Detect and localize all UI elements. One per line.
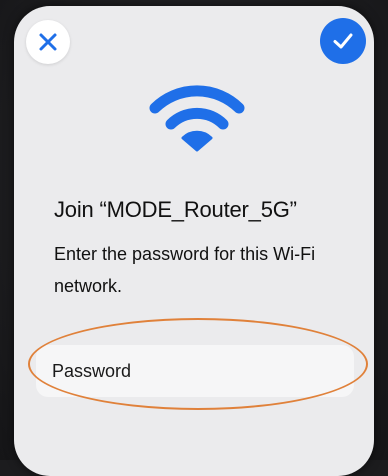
close-icon — [39, 33, 57, 51]
dialog-subtitle: Enter the password for this Wi-Fi networ… — [54, 244, 316, 296]
confirm-button[interactable] — [320, 18, 366, 64]
close-button[interactable] — [26, 20, 70, 64]
password-field[interactable] — [36, 345, 354, 397]
screen-background: Join “MODE_Router_5G” Enter the password… — [0, 0, 388, 476]
dialog-title: Join “MODE_Router_5G” — [54, 197, 297, 222]
password-input[interactable] — [52, 345, 342, 397]
checkmark-icon — [333, 33, 353, 49]
wifi-icon — [149, 85, 245, 152]
